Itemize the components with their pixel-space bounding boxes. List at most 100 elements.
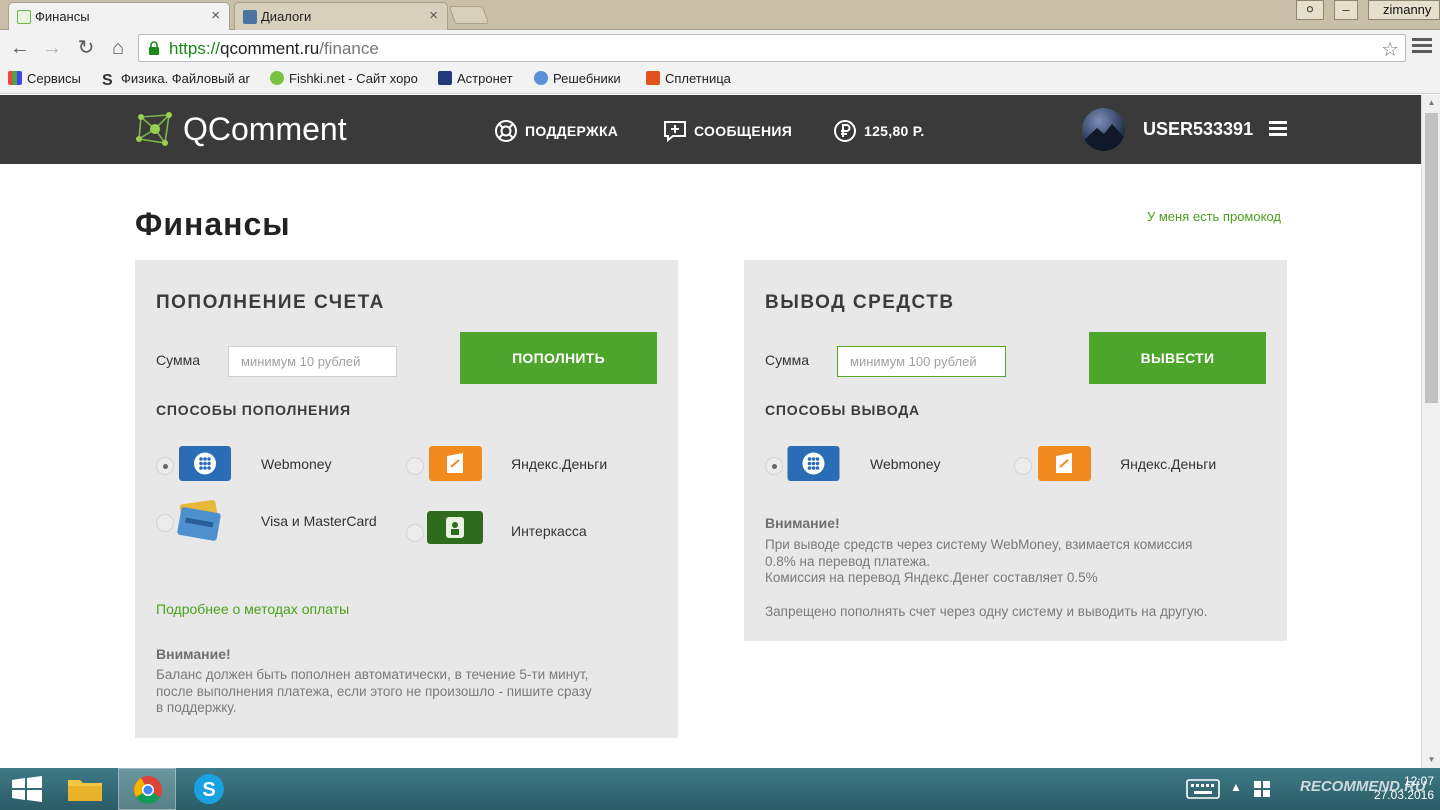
nav-balance[interactable]: 125,80 Р. [833, 119, 925, 143]
spletnitsa-icon [646, 71, 660, 85]
page-scrollbar[interactable]: ▲ ▼ [1421, 95, 1440, 768]
yandex-money-icon [429, 446, 482, 481]
withdraw-sum-label: Сумма [765, 352, 809, 368]
tray-expand-icon[interactable]: ▲ [1230, 780, 1242, 794]
deposit-note-title: Внимание! [156, 646, 231, 662]
minimize-button[interactable]: – [1334, 0, 1358, 20]
close-icon[interactable]: × [429, 7, 438, 24]
reload-icon[interactable]: ↻ [74, 36, 98, 60]
bookmark-physics[interactable]: S Физика. Файловый ar [102, 71, 254, 89]
url-text: https://qcomment.ru/finance [169, 39, 379, 58]
reshebniki-icon [534, 71, 548, 85]
avatar-image [1082, 124, 1125, 151]
method-label: Яндекс.Деньги [1120, 456, 1217, 472]
withdraw-panel: ВЫВОД СРЕДСТВ Сумма ВЫВЕСТИ СПОСОБЫ ВЫВО… [744, 260, 1287, 641]
promo-code-link[interactable]: У меня есть промокод [1147, 209, 1281, 224]
scroll-up-arrow-icon[interactable]: ▲ [1422, 95, 1440, 111]
chrome-menu-icon[interactable] [1412, 38, 1432, 56]
profile-icon[interactable]: ⚪ [1296, 0, 1324, 20]
vk-favicon-icon [243, 10, 257, 24]
windows-logo-icon [12, 776, 42, 802]
method-label: Интеркасса [511, 523, 587, 539]
chrome-taskbar-icon[interactable] [118, 768, 176, 810]
radio-webmoney[interactable] [156, 457, 174, 475]
close-icon[interactable]: × [211, 7, 220, 24]
message-add-icon [664, 121, 686, 143]
deposit-button[interactable]: ПОПОЛНИТЬ [460, 332, 657, 384]
deposit-panel: ПОПОЛНЕНИЕ СЧЕТА Сумма ПОПОЛНИТЬ СПОСОБЫ… [135, 260, 678, 738]
hamburger-menu-icon[interactable] [1269, 121, 1287, 137]
withdraw-restriction-text: Запрещено пополнять счет через одну сист… [765, 604, 1208, 619]
bookmark-star-icon[interactable]: ☆ [1381, 37, 1399, 62]
withdraw-button[interactable]: ВЫВЕСТИ [1089, 332, 1266, 384]
tray-clock[interactable]: 12:07 27.03.2016 [1360, 774, 1434, 802]
bookmarks-bar: Сервисы S Физика. Файловый ar Fishki.net … [0, 66, 1440, 94]
method-label: Webmoney [870, 456, 941, 472]
qcomment-logo-icon [136, 112, 172, 146]
skype-logo-icon: S [194, 774, 224, 804]
page-title: Финансы [135, 206, 291, 242]
bookmark-services[interactable]: Сервисы [8, 71, 81, 86]
chrome-logo-icon [134, 776, 162, 804]
qcomment-favicon-icon [17, 10, 31, 24]
withdraw-note-title: Внимание! [765, 515, 840, 531]
withdraw-title: ВЫВОД СРЕДСТВ [765, 292, 955, 313]
radio-webmoney[interactable] [765, 457, 783, 475]
payment-methods-link[interactable]: Подробнее о методах оплаты [156, 601, 349, 617]
keyboard-icon[interactable] [1186, 779, 1220, 799]
withdraw-note-text: При выводе средств через систему WebMone… [765, 537, 1193, 585]
scrollbar-thumb[interactable] [1425, 113, 1438, 403]
method-label: Visa и MasterCard [261, 513, 377, 529]
username[interactable]: USER533391 [1143, 119, 1253, 140]
deposit-sum-label: Сумма [156, 352, 200, 368]
forward-arrow-icon[interactable]: → [40, 36, 64, 60]
logo-text: QComment [183, 111, 347, 147]
scroll-down-arrow-icon[interactable]: ▼ [1422, 752, 1440, 768]
file-explorer-icon[interactable] [56, 768, 114, 810]
action-center-flag-icon[interactable] [1253, 780, 1271, 798]
withdraw-amount-input[interactable] [837, 346, 1006, 377]
tab-title: Финансы [35, 9, 90, 24]
bookmark-fishki[interactable]: Fishki.net - Сайт хоро [270, 71, 422, 86]
windows-start-icon[interactable] [0, 768, 58, 810]
lifebuoy-icon [495, 120, 517, 142]
browser-tabstrip: Финансы × Диалоги × ⚪ – zimanny [0, 0, 1440, 30]
withdraw-methods-title: СПОСОБЫ ВЫВОДА [765, 402, 920, 418]
bookmark-reshebniki[interactable]: Решебники [534, 71, 621, 86]
back-arrow-icon[interactable]: ← [8, 36, 32, 60]
avatar[interactable] [1082, 108, 1125, 151]
radio-yandex-money[interactable] [406, 457, 424, 475]
home-icon[interactable]: ⌂ [106, 36, 130, 60]
skype-taskbar-icon[interactable]: S [180, 768, 238, 810]
webmoney-icon [787, 446, 840, 481]
radio-yandex-money[interactable] [1014, 457, 1032, 475]
windows-taskbar: S ▲ [0, 768, 1440, 810]
tab-title: Диалоги [261, 9, 312, 24]
address-bar[interactable]: https://qcomment.ru/finance ☆ [138, 34, 1406, 62]
deposit-note-text: Баланс должен быть пополнен автоматическ… [156, 667, 592, 715]
bookmark-spletnitsa[interactable]: Сплетница [646, 71, 731, 86]
s-icon: S [102, 72, 113, 89]
radio-interkassa[interactable] [406, 524, 424, 542]
astronet-icon [438, 71, 452, 85]
radio-visa-mastercard[interactable] [156, 514, 174, 532]
lock-icon [149, 41, 159, 55]
svg-text:S: S [202, 779, 215, 801]
nav-messages[interactable]: СООБЩЕНИЯ [663, 119, 792, 143]
new-tab-button[interactable] [448, 6, 490, 24]
deposit-title: ПОПОЛНЕНИЕ СЧЕТА [156, 292, 385, 313]
method-label: Webmoney [261, 456, 332, 472]
ruble-icon [834, 120, 856, 142]
fishki-icon [270, 71, 284, 85]
deposit-amount-input[interactable] [228, 346, 397, 377]
apps-grid-icon [8, 71, 22, 85]
deposit-methods-title: СПОСОБЫ ПОПОЛНЕНИЯ [156, 402, 351, 418]
bookmark-astronet[interactable]: Астронет [438, 71, 513, 86]
profile-name[interactable]: zimanny [1368, 0, 1440, 20]
yandex-money-icon [1038, 446, 1091, 481]
tab-dialogs[interactable]: Диалоги × [234, 2, 448, 30]
tab-finance[interactable]: Финансы × [8, 2, 230, 30]
webmoney-icon [179, 446, 231, 481]
nav-support[interactable]: ПОДДЕРЖКА [494, 119, 618, 143]
folder-icon [68, 780, 102, 801]
